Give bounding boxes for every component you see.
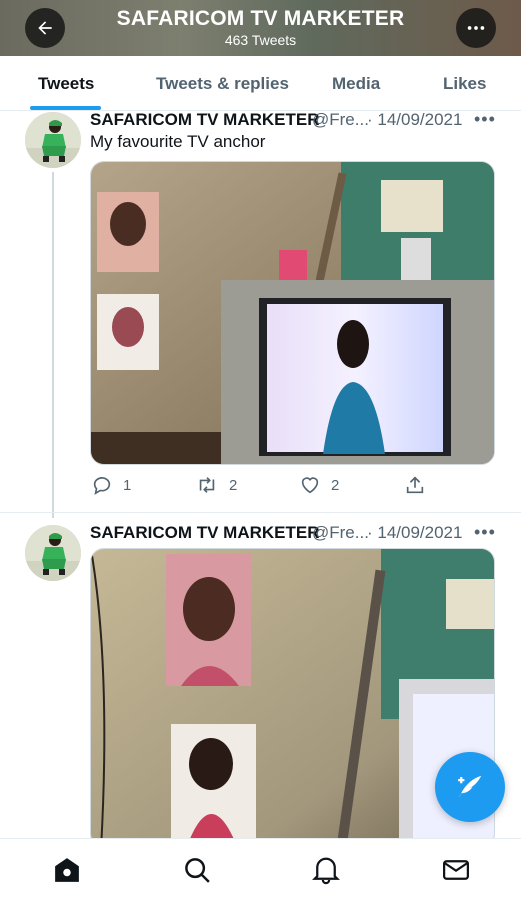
nav-messages[interactable] [441, 855, 471, 885]
tab-tweets-replies[interactable]: Tweets & replies [156, 74, 289, 94]
nav-notifications[interactable] [311, 855, 341, 885]
avatar[interactable] [25, 525, 81, 581]
like-button[interactable]: 2 [299, 474, 339, 496]
compose-tweet-button[interactable] [435, 752, 505, 822]
bottom-navigation [0, 838, 521, 900]
tweet-date[interactable]: · 14/09/2021 [367, 110, 462, 130]
thread-line [52, 172, 54, 518]
retweet-icon [199, 477, 215, 493]
tweet-author-handle[interactable]: @Fre... [312, 110, 369, 130]
share-icon [406, 476, 424, 494]
mail-icon [443, 860, 469, 880]
tab-likes[interactable]: Likes [443, 74, 486, 94]
retweet-button[interactable]: 2 [195, 474, 237, 496]
compose-icon [458, 775, 482, 799]
share-button[interactable] [404, 474, 426, 496]
nav-home[interactable] [52, 855, 82, 885]
tweet-more-icon[interactable]: ••• [474, 522, 496, 543]
tweet-author-handle[interactable]: @Fre... [312, 523, 369, 543]
home-icon [55, 858, 79, 882]
profile-tabs: Tweets Tweets & replies Media Likes [0, 56, 521, 111]
heart-icon [301, 477, 319, 494]
tab-media[interactable]: Media [332, 74, 380, 94]
tweet-author-name[interactable]: SAFARICOM TV MARKETER [90, 523, 320, 543]
nav-search[interactable] [182, 855, 212, 885]
search-icon [185, 858, 210, 883]
more-horizontal-icon [467, 26, 485, 30]
tweet-divider [0, 512, 521, 513]
tweet-count: 463 Tweets [224, 32, 297, 48]
tweet-more-icon[interactable]: ••• [474, 109, 496, 130]
tweet-text: My favourite TV anchor [90, 132, 266, 151]
reply-button[interactable]: 1 [91, 474, 131, 496]
bell-icon [312, 857, 340, 885]
tweet-image[interactable] [90, 548, 495, 848]
tweet-image[interactable] [90, 161, 495, 465]
more-button[interactable] [456, 8, 496, 48]
profile-header: SAFARICOM TV MARKETER 463 Tweets [0, 0, 521, 56]
reply-count: 1 [123, 476, 132, 494]
reply-icon [93, 477, 111, 495]
tweet-author-name[interactable]: SAFARICOM TV MARKETER [90, 110, 320, 130]
avatar[interactable] [25, 112, 81, 168]
retweet-count: 2 [229, 476, 238, 494]
tweet-date[interactable]: · 14/09/2021 [367, 523, 462, 543]
tab-tweets[interactable]: Tweets [38, 74, 94, 94]
profile-title: SAFARICOM TV MARKETER [116, 7, 405, 30]
like-count: 2 [331, 476, 340, 494]
